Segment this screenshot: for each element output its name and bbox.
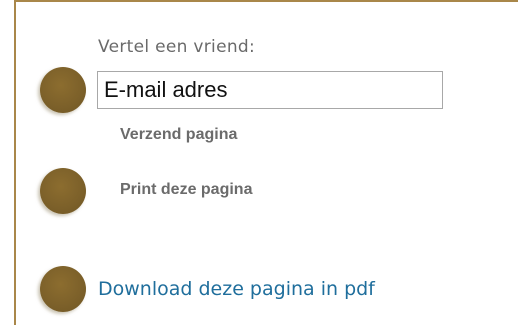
email-field[interactable] [97,71,443,109]
bullet-circle-icon [40,266,86,312]
download-pdf-link[interactable]: Download deze pagina in pdf [98,278,375,300]
bullet-circle-icon [40,168,86,214]
send-page-button[interactable]: Verzend pagina [120,126,237,144]
bullet-circle-icon [40,67,86,113]
share-panel [14,0,518,325]
print-page-button[interactable]: Print deze pagina [120,181,252,199]
tell-a-friend-label: Vertel een vriend: [98,37,256,57]
